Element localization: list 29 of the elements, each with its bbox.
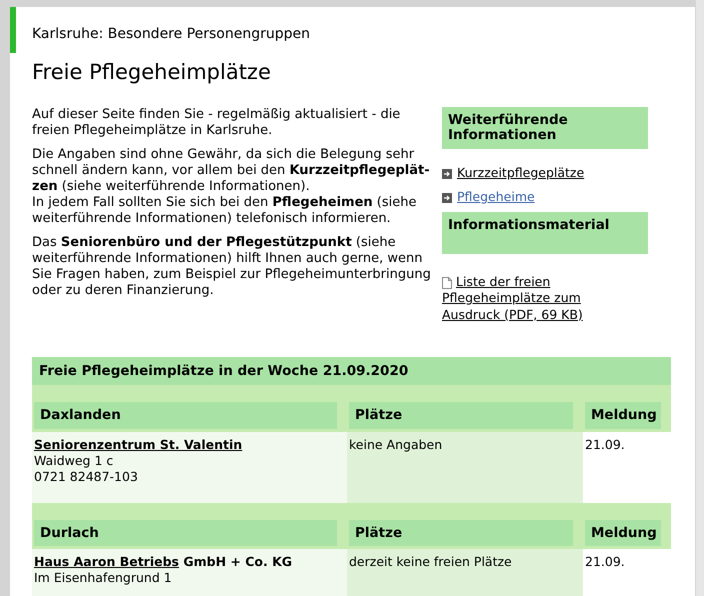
- breadcrumb: Karlsruhe: Besondere Personengruppen: [32, 25, 312, 44]
- link[interactable]: Liste der freien Pflegeheimplätze zum Ausdruck (PDF, 69 KB): [442, 274, 602, 323]
- column-header: Durlach: [34, 520, 337, 546]
- table-title: Freie Pflegeheimplätze in der Woche 21.09.2020: [32, 357, 671, 386]
- address-line: Im Eisenhafengrund 1: [34, 570, 173, 586]
- paragraph: Auf dieser Seite finden Sie - regelmäßig aktualisiert - die freien Pflegeheimplätze in Karlsruhe.: [32, 106, 402, 138]
- section-heading: Informationsmaterial: [442, 212, 648, 254]
- facility-name-suffix: GmbH + Co. KG: [182, 554, 292, 569]
- address-line: Waidweg 1 c: [34, 452, 114, 468]
- arrow-icon: [442, 168, 452, 178]
- section-heading: Weiterführende Informationen: [442, 106, 648, 148]
- column-header: Plätze: [349, 402, 573, 428]
- facility-link[interactable]: Seniorenzentrum St. Valentin: [34, 436, 242, 452]
- link[interactable]: Pflegeheime: [457, 189, 535, 206]
- address-line: 0721 82487-103: [34, 468, 139, 484]
- paragraph: Die Angaben sind ohne Gewähr, da sich die Belegung sehr schnell ändern kann, vor allem bei den Kurzzeitpflegeplät-zen (siehe weiterführende Informationen). In jedem Fall sollten Sie sich bei den Pflegeheimen (siehe weiterführende Informationen) telefonisch informieren.: [32, 146, 431, 226]
- accent-bar: [10, 7, 16, 53]
- column-header: Meldung: [585, 402, 661, 428]
- table-cell: keine Angaben: [347, 432, 583, 502]
- column-header: Plätze: [349, 520, 573, 546]
- document-icon: [442, 276, 452, 288]
- link[interactable]: Kurzzeitpflegeplätze: [457, 164, 584, 181]
- facility-link[interactable]: Haus Aaron Betriebs: [34, 554, 179, 569]
- table-cell: derzeit keine freien Plätze: [347, 548, 583, 596]
- column-header: Daxlanden: [34, 402, 337, 428]
- arrow-icon: [442, 193, 452, 203]
- column-header: Meldung: [585, 520, 661, 546]
- paragraph: Das Seniorenbüro und der Pflegestützpunkt (siehe weiterführende Informationen) hilft Ihnen auch gerne, wenn Sie Fragen haben, zum Beispiel zur Pflegeheimunterbringung oder zu deren Finanzierung.: [32, 234, 432, 298]
- page-title: Freie Pflegeheimplätze: [32, 59, 272, 86]
